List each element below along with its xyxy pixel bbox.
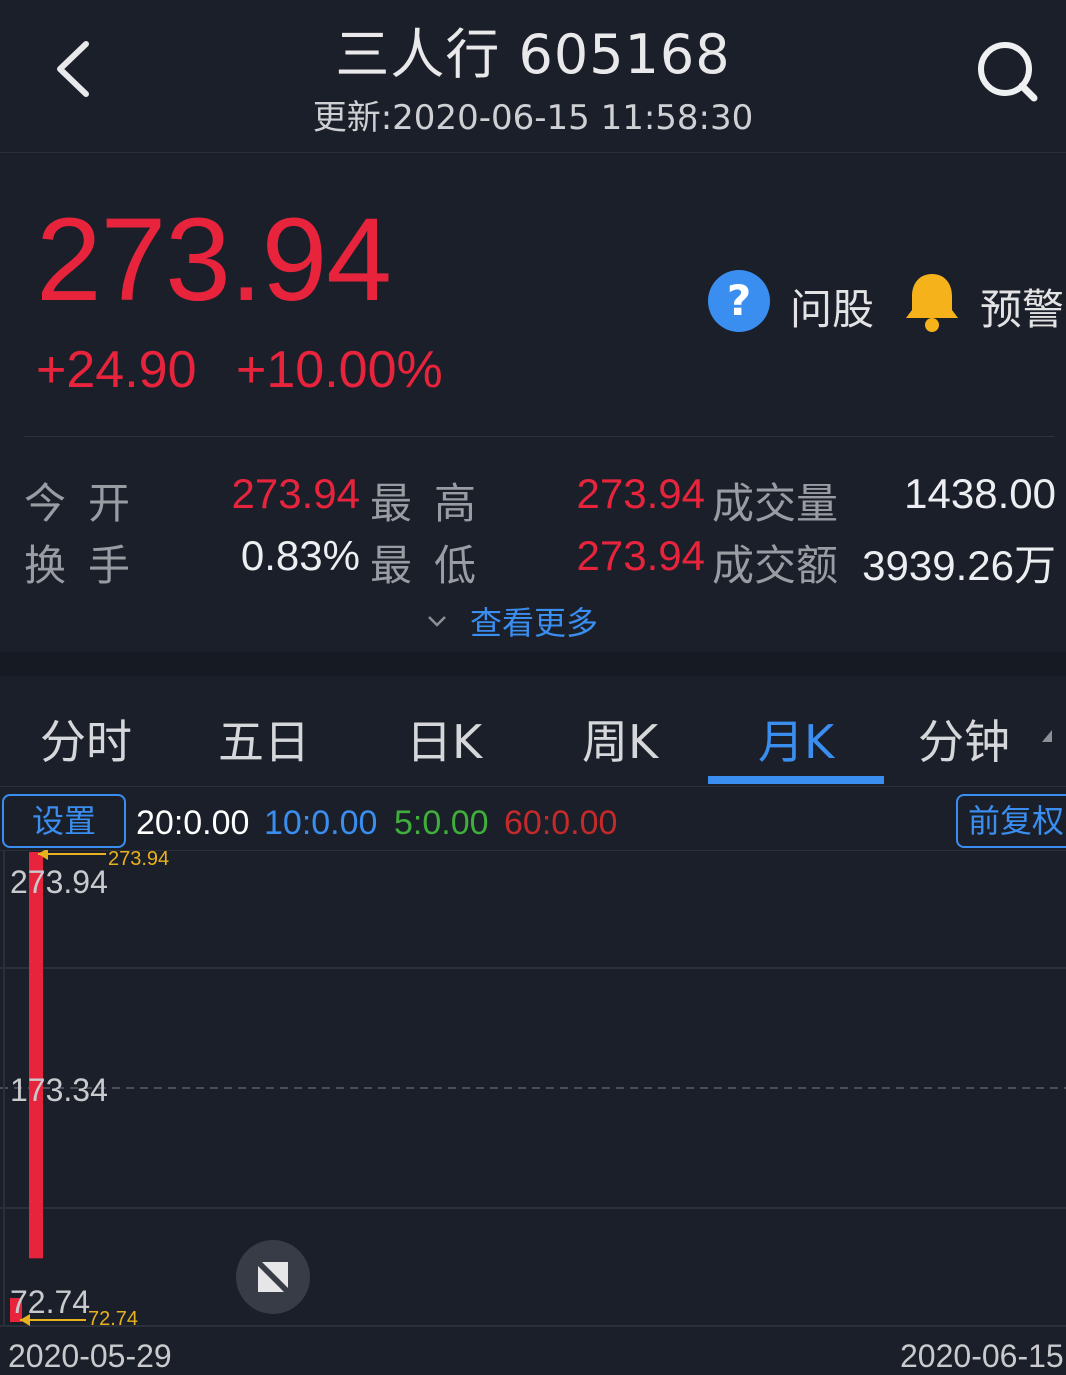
amount-value: 3939.26万 (862, 542, 1056, 589)
current-price: 273.94 (36, 194, 392, 326)
active-tab-indicator (708, 776, 884, 784)
x-tick-label: 2020-05-29 (8, 1338, 172, 1374)
candlestick-chart[interactable] (0, 850, 1066, 1372)
question-circle-icon: ? (708, 270, 770, 332)
y-tick-label: 273.94 (10, 864, 108, 900)
turnover-label: 换手 (24, 541, 153, 590)
high-value: 273.94 (576, 470, 705, 517)
low-value: 273.94 (576, 532, 705, 579)
tab-five-day[interactable]: 五日 (218, 706, 310, 772)
min-marker-label: 72.74 (88, 1308, 139, 1330)
tab-monthly-k[interactable]: 月K (758, 706, 834, 772)
ask-stock-label: 问股 (790, 285, 875, 334)
low-label: 最低 (370, 541, 499, 590)
y-tick-label: 72.74 (10, 1284, 91, 1320)
top-bar: 三人行 605168 更新:2020-06-15 11:58:30 (0, 0, 1066, 153)
amount-label: 成交额 (712, 541, 839, 590)
price-change: +24.90 (36, 341, 197, 399)
period-tabs: 分时 五日 日K 周K 月K 分钟 (0, 676, 1066, 787)
update-time: 更新:2020-06-15 11:58:30 (312, 98, 754, 138)
bell-icon (906, 274, 958, 332)
x-tick-label: 2020-06-15 (900, 1338, 1064, 1374)
price-adjust-button[interactable]: 前复权 (956, 794, 1066, 848)
view-more-label: 查看更多 (470, 604, 599, 642)
open-label: 今开 (24, 479, 153, 528)
high-label: 最高 (370, 479, 499, 528)
price-alert-button[interactable]: 预警 (902, 270, 1066, 336)
candle (29, 852, 43, 1259)
ma20-value: 20:0.00 (136, 804, 250, 842)
divider (24, 436, 1054, 437)
price-alert-label: 预警 (980, 285, 1065, 334)
volume-label: 成交量 (712, 479, 839, 528)
tab-intraday[interactable]: 分时 (40, 706, 132, 772)
chevron-down-icon (428, 616, 446, 627)
turnover-value: 0.83% (240, 532, 360, 579)
ask-stock-button[interactable]: ? 问股 (708, 270, 888, 336)
tab-daily-k[interactable]: 日K (406, 706, 482, 772)
page-title: 三人行 605168 (335, 23, 731, 86)
view-more-button[interactable]: 查看更多 (424, 598, 624, 644)
max-marker-label: 273.94 (108, 848, 170, 870)
ma10-value: 10:0.00 (264, 804, 378, 842)
ma60-value: 60:0.00 (504, 804, 618, 842)
search-button[interactable] (972, 36, 1042, 106)
price-change-percent: +10.00% (236, 341, 443, 399)
fullscreen-button[interactable] (236, 1240, 310, 1314)
tab-minute[interactable]: 分钟 (918, 706, 1010, 772)
section-gap (0, 652, 1066, 676)
tab-dropdown-icon[interactable] (1042, 730, 1052, 742)
volume-value: 1438.00 (904, 470, 1056, 517)
ma5-value: 5:0.00 (394, 804, 489, 842)
tab-weekly-k[interactable]: 周K (582, 706, 658, 772)
chart-settings-button[interactable]: 设置 (2, 794, 126, 848)
search-icon (978, 42, 1038, 102)
y-tick-label: 173.34 (10, 1072, 108, 1108)
expand-icon (258, 1262, 288, 1292)
open-value: 273.94 (231, 470, 360, 517)
